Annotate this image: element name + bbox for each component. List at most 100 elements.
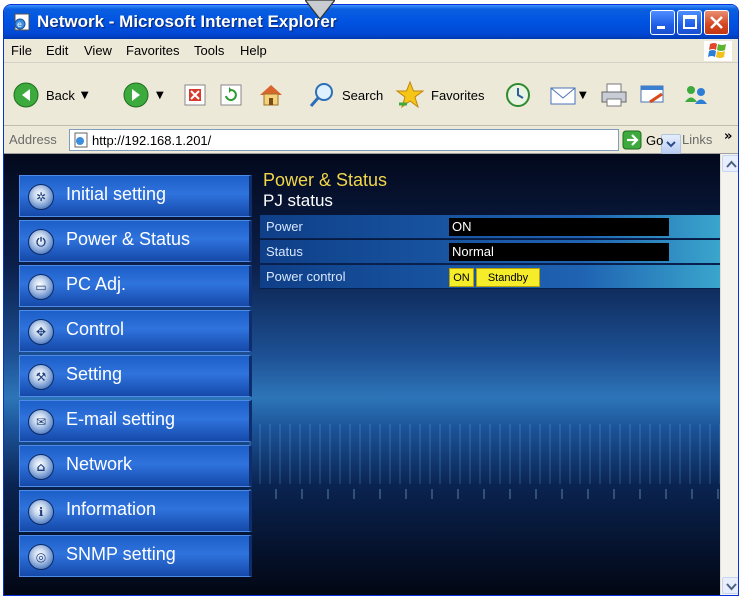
control-icon: ✥ xyxy=(28,319,54,345)
go-label: Go xyxy=(646,132,664,148)
power-on-button[interactable]: ON xyxy=(449,268,474,287)
forward-button[interactable]: ▼ xyxy=(122,64,164,126)
scroll-up-button[interactable] xyxy=(722,155,738,172)
search-icon xyxy=(309,83,333,107)
sidebar-item-label: Power & Status xyxy=(66,229,191,249)
mail-icon: ✉ xyxy=(28,409,54,435)
menu-view[interactable]: View xyxy=(84,43,112,58)
toolbar: Back ▼ ▼ Search Favorites ▼ xyxy=(4,64,738,126)
history-icon xyxy=(506,83,530,107)
status-row-power-control: Power control ON Standby xyxy=(260,265,720,289)
sidebar-item-pc-adj[interactable]: ▭ PC Adj. xyxy=(19,265,252,307)
sidebar-item-label: Initial setting xyxy=(66,184,167,204)
home-icon xyxy=(260,85,282,106)
sidebar-item-initial-setting[interactable]: ✲ Initial setting xyxy=(19,175,252,217)
sidebar-item-label: SNMP setting xyxy=(66,544,176,564)
stop-button[interactable] xyxy=(184,64,206,126)
menu-help[interactable]: Help xyxy=(240,43,267,58)
back-arrow-icon xyxy=(13,82,39,108)
menu-edit[interactable]: Edit xyxy=(46,43,68,58)
search-button[interactable]: Search xyxy=(308,64,383,126)
refresh-button[interactable] xyxy=(220,64,242,126)
sidebar-item-label: Control xyxy=(66,319,125,339)
chevron-up-icon xyxy=(726,160,737,168)
status-row-status: Status Normal xyxy=(260,240,720,264)
address-bar: Address http://192.168.1.201/ Go Links » xyxy=(4,126,738,154)
pointer-arrow-icon xyxy=(305,0,335,20)
browser-window: e Network - Microsoft Internet Explorer … xyxy=(3,4,739,596)
status-value: Normal xyxy=(452,244,494,259)
row-value-box: ON xyxy=(449,218,669,236)
address-label: Address xyxy=(9,132,57,147)
favorites-label: Favorites xyxy=(431,87,485,103)
sidebar-nav: ✲ Initial setting ⏻ Power & Status ▭ PC … xyxy=(19,175,252,580)
gear-icon: ✲ xyxy=(28,184,54,210)
favorites-button[interactable]: Favorites xyxy=(395,64,484,126)
standby-button[interactable]: Standby xyxy=(476,268,540,287)
vertical-scrollbar[interactable] xyxy=(720,154,738,595)
info-icon: ℹ xyxy=(28,499,54,525)
chevron-down-icon[interactable]: ▼ xyxy=(81,90,89,101)
sidebar-item-label: E-mail setting xyxy=(66,409,176,429)
maximize-button[interactable] xyxy=(677,10,702,35)
print-button[interactable] xyxy=(599,64,629,126)
go-button[interactable]: Go xyxy=(622,130,663,150)
row-label: Status xyxy=(266,244,303,259)
snmp-icon: ◎ xyxy=(28,544,54,570)
decorative-stripes xyxy=(249,489,720,499)
links-label[interactable]: Links xyxy=(682,132,712,147)
messenger-icon xyxy=(685,86,707,104)
printer-icon xyxy=(601,83,627,107)
menu-favorites[interactable]: Favorites xyxy=(126,43,179,58)
close-button[interactable] xyxy=(704,10,729,35)
sidebar-item-label: PC Adj. xyxy=(66,274,127,294)
chevron-down-icon xyxy=(666,141,676,148)
sidebar-item-power-status[interactable]: ⏻ Power & Status xyxy=(19,220,252,262)
window-title: Network - Microsoft Internet Explorer xyxy=(37,12,337,31)
history-button[interactable] xyxy=(504,64,532,126)
back-button[interactable]: Back ▼ xyxy=(12,64,89,126)
status-row-power: Power ON xyxy=(260,215,720,239)
scroll-down-button[interactable] xyxy=(722,577,738,594)
sidebar-item-control[interactable]: ✥ Control xyxy=(19,310,252,352)
mail-icon xyxy=(550,87,576,105)
chevron-down-icon xyxy=(726,583,737,591)
home-button[interactable] xyxy=(257,64,285,126)
row-value-box: Normal xyxy=(449,243,669,261)
title-bar[interactable]: e Network - Microsoft Internet Explorer xyxy=(4,5,738,39)
go-arrow-icon xyxy=(622,130,642,150)
address-input[interactable]: http://192.168.1.201/ xyxy=(69,129,681,154)
windows-logo-icon xyxy=(704,41,732,61)
sidebar-item-information[interactable]: ℹ Information xyxy=(19,490,252,532)
menu-file[interactable]: File xyxy=(11,43,32,58)
links-chevron-icon[interactable]: » xyxy=(724,129,732,144)
chevron-down-icon[interactable]: ▼ xyxy=(579,90,587,101)
sidebar-item-network[interactable]: ⌂ Network xyxy=(19,445,252,487)
back-label: Back xyxy=(46,87,75,103)
menu-tools[interactable]: Tools xyxy=(194,43,224,58)
messenger-button[interactable] xyxy=(681,64,711,126)
network-icon: ⌂ xyxy=(28,454,54,480)
decorative-stripes xyxy=(249,424,720,484)
chevron-down-icon[interactable]: ▼ xyxy=(156,90,164,101)
forward-arrow-icon xyxy=(123,82,149,108)
sidebar-item-email-setting[interactable]: ✉ E-mail setting xyxy=(19,400,252,442)
sidebar-item-label: Information xyxy=(66,499,157,519)
sidebar-item-label: Network xyxy=(66,454,133,474)
power-icon: ⏻ xyxy=(28,229,54,255)
monitor-icon: ▭ xyxy=(28,274,54,300)
mail-button[interactable]: ▼ xyxy=(549,64,587,126)
edit-page-icon xyxy=(640,85,664,104)
row-label: Power control xyxy=(266,269,346,284)
sidebar-item-setting[interactable]: ⚒ Setting xyxy=(19,355,252,397)
stop-icon xyxy=(184,84,206,106)
address-dropdown-button[interactable] xyxy=(661,134,681,154)
menu-bar: File Edit View Favorites Tools Help xyxy=(4,39,738,63)
edit-button[interactable] xyxy=(638,64,668,126)
ie-page-icon xyxy=(74,132,88,148)
minimize-button[interactable] xyxy=(650,10,675,35)
page-title: Power & Status xyxy=(263,170,388,190)
address-url: http://192.168.1.201/ xyxy=(92,133,212,148)
sidebar-item-snmp-setting[interactable]: ◎ SNMP setting xyxy=(19,535,252,577)
sidebar-item-label: Setting xyxy=(66,364,123,384)
